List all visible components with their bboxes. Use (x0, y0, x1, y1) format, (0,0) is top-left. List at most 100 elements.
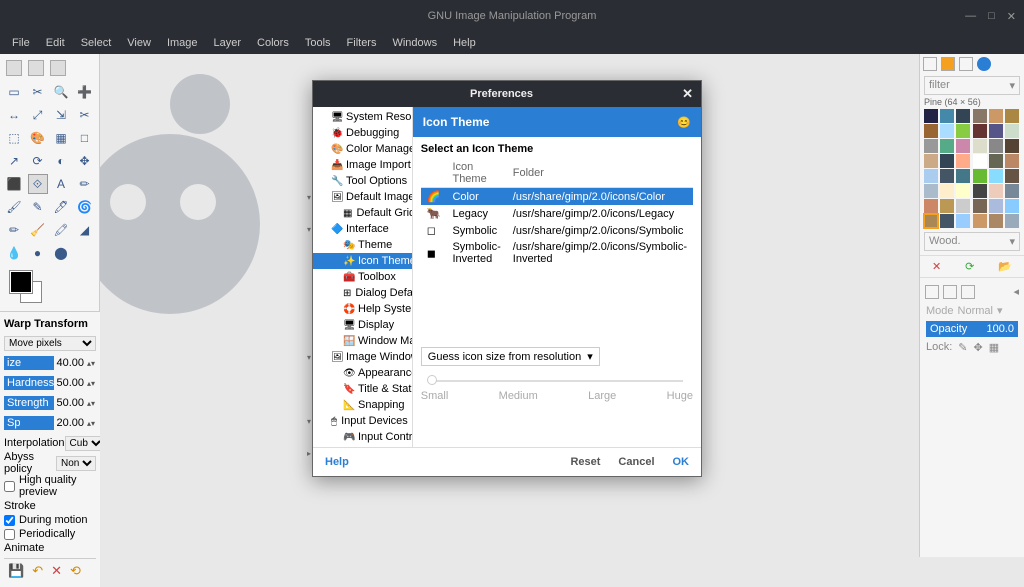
theme-row-symbolic[interactable]: ◻Symbolic/usr/share/gimp/2.0/icons/Symbo… (421, 222, 693, 239)
tree-item-input-controllers[interactable]: 🎮Input Controllers (313, 429, 412, 445)
pattern-swatch[interactable] (989, 109, 1003, 123)
theme-row-symbolic-inverted[interactable]: ◼Symbolic-Inverted/usr/share/gimp/2.0/ic… (421, 239, 693, 267)
pattern-swatch[interactable] (973, 184, 987, 198)
tool-26[interactable]: 🖍 (51, 220, 71, 240)
reset-icon[interactable]: ⟲ (70, 563, 81, 579)
tool-6[interactable]: ⇲ (51, 105, 71, 125)
tab-icon[interactable] (6, 60, 22, 76)
pattern-swatch[interactable] (989, 154, 1003, 168)
pattern-swatch[interactable] (924, 169, 938, 183)
pattern-swatch[interactable] (956, 124, 970, 138)
pattern-swatch[interactable] (956, 214, 970, 228)
tool-13[interactable]: ⟳ (28, 151, 48, 171)
tool-27[interactable]: ◢ (75, 220, 95, 240)
menu-layer[interactable]: Layer (206, 33, 250, 53)
pattern-swatch[interactable] (1005, 124, 1019, 138)
tree-item-tool-options[interactable]: 🔧Tool Options (313, 173, 412, 189)
tree-item-theme[interactable]: 🎭Theme (313, 237, 412, 253)
tree-item-window-management[interactable]: 🪟Window Management (313, 333, 412, 349)
theme-row-legacy[interactable]: 🐂Legacy/usr/share/gimp/2.0/icons/Legacy (421, 205, 693, 222)
pattern-swatch[interactable] (940, 139, 954, 153)
tree-item-image-windows[interactable]: ▾🖼Image Windows (313, 349, 412, 365)
pattern-swatch[interactable] (989, 199, 1003, 213)
tool-1[interactable]: ✂ (28, 82, 48, 102)
tool-17[interactable]: ⟐ (28, 174, 48, 194)
tool-25[interactable]: 🧹 (28, 220, 48, 240)
menu-edit[interactable]: Edit (38, 33, 73, 53)
minimize-icon[interactable]: — (965, 10, 976, 23)
tool-3[interactable]: ➕ (75, 82, 95, 102)
ok-button[interactable]: OK (673, 456, 690, 468)
pattern-swatch[interactable] (956, 154, 970, 168)
icon-size-combo[interactable]: Guess icon size from resolution▾ (421, 347, 600, 366)
pattern-swatch[interactable] (940, 169, 954, 183)
tool-4[interactable]: ↔ (4, 105, 24, 125)
tool-24[interactable]: ✏ (4, 220, 24, 240)
menu-help[interactable]: Help (445, 33, 484, 53)
tree-item-system-resources[interactable]: 🖥System Resources (313, 109, 412, 125)
tool-5[interactable]: ⤢ (28, 105, 48, 125)
dock-tab-selected[interactable] (941, 57, 955, 71)
abyss-select[interactable]: None (56, 456, 96, 471)
pattern-swatch[interactable] (989, 169, 1003, 183)
tool-18[interactable]: A (51, 174, 71, 194)
menu-windows[interactable]: Windows (384, 33, 445, 53)
tool-10[interactable]: ▦ (51, 128, 71, 148)
pattern-swatch[interactable] (956, 169, 970, 183)
dock-tab[interactable] (943, 285, 957, 299)
tree-item-image-import-export[interactable]: 📥Image Import & Export (313, 157, 412, 173)
strength-slider[interactable]: Strength (4, 396, 54, 410)
menu-image[interactable]: Image (159, 33, 206, 53)
spacing-value[interactable]: 20.00 (54, 417, 86, 429)
strength-value[interactable]: 50.00 (54, 397, 86, 409)
periodically-checkbox[interactable] (4, 529, 15, 540)
color-swatches[interactable] (4, 271, 95, 307)
hq-preview-checkbox[interactable] (4, 481, 15, 492)
pattern-swatch[interactable] (973, 109, 987, 123)
menu-tools[interactable]: Tools (297, 33, 339, 53)
pattern-swatch[interactable] (1005, 184, 1019, 198)
fg-color-swatch[interactable] (10, 271, 32, 293)
dock-tab[interactable] (959, 57, 973, 71)
pattern-filter[interactable]: filter▾ (924, 76, 1020, 95)
tree-item-color-management[interactable]: 🎨Color Management (313, 141, 412, 157)
tool-0[interactable]: ▭ (4, 82, 24, 102)
dock-tab[interactable] (961, 285, 975, 299)
tree-item-default-grid[interactable]: ▦Default Grid (313, 205, 412, 221)
pattern-swatch[interactable] (940, 124, 954, 138)
pattern-swatch[interactable] (1005, 154, 1019, 168)
tree-item-snapping[interactable]: 📐Snapping (313, 397, 412, 413)
close-icon[interactable]: ✕ (682, 86, 693, 102)
pattern-swatch[interactable] (973, 214, 987, 228)
tool-28[interactable]: 💧 (4, 243, 24, 263)
lock-alpha-icon[interactable]: ▦ (989, 341, 999, 354)
tree-item-help-system[interactable]: 🛟Help System (313, 301, 412, 317)
col-folder[interactable]: Folder (507, 159, 693, 188)
tool-30[interactable]: ⬤ (51, 243, 71, 263)
spinner-icon[interactable]: ▴▾ (86, 399, 96, 408)
pattern-swatch[interactable] (924, 184, 938, 198)
save-icon[interactable]: 💾 (8, 563, 24, 579)
tool-9[interactable]: 🎨 (28, 128, 48, 148)
pattern-swatch[interactable] (1005, 139, 1019, 153)
tree-item-title-status[interactable]: 🔖Title & Status (313, 381, 412, 397)
dock-tab[interactable] (923, 57, 937, 71)
tree-item-appearance[interactable]: 👁Appearance (313, 365, 412, 381)
pattern-swatch[interactable] (989, 214, 1003, 228)
help-button[interactable]: Help (325, 456, 349, 468)
pattern-swatch[interactable] (940, 184, 954, 198)
tool-21[interactable]: ✎ (28, 197, 48, 217)
hardness-value[interactable]: 50.00 (54, 377, 86, 389)
tree-item-default-image[interactable]: ▾🖼Default Image (313, 189, 412, 205)
spinner-icon[interactable]: ▴▾ (86, 379, 96, 388)
dialog-titlebar[interactable]: Preferences ✕ (313, 81, 701, 107)
during-motion-checkbox[interactable] (4, 515, 15, 526)
opacity-slider[interactable]: Opacity100.0 (926, 321, 1018, 337)
menu-file[interactable]: File (4, 33, 38, 53)
delete-icon[interactable]: ✕ (932, 260, 941, 273)
open-icon[interactable]: 📂 (998, 260, 1012, 273)
pattern-swatch[interactable] (956, 199, 970, 213)
tree-item-interface[interactable]: ▾🔷Interface (313, 221, 412, 237)
pattern-swatch[interactable] (973, 139, 987, 153)
tab-icon[interactable] (28, 60, 44, 76)
